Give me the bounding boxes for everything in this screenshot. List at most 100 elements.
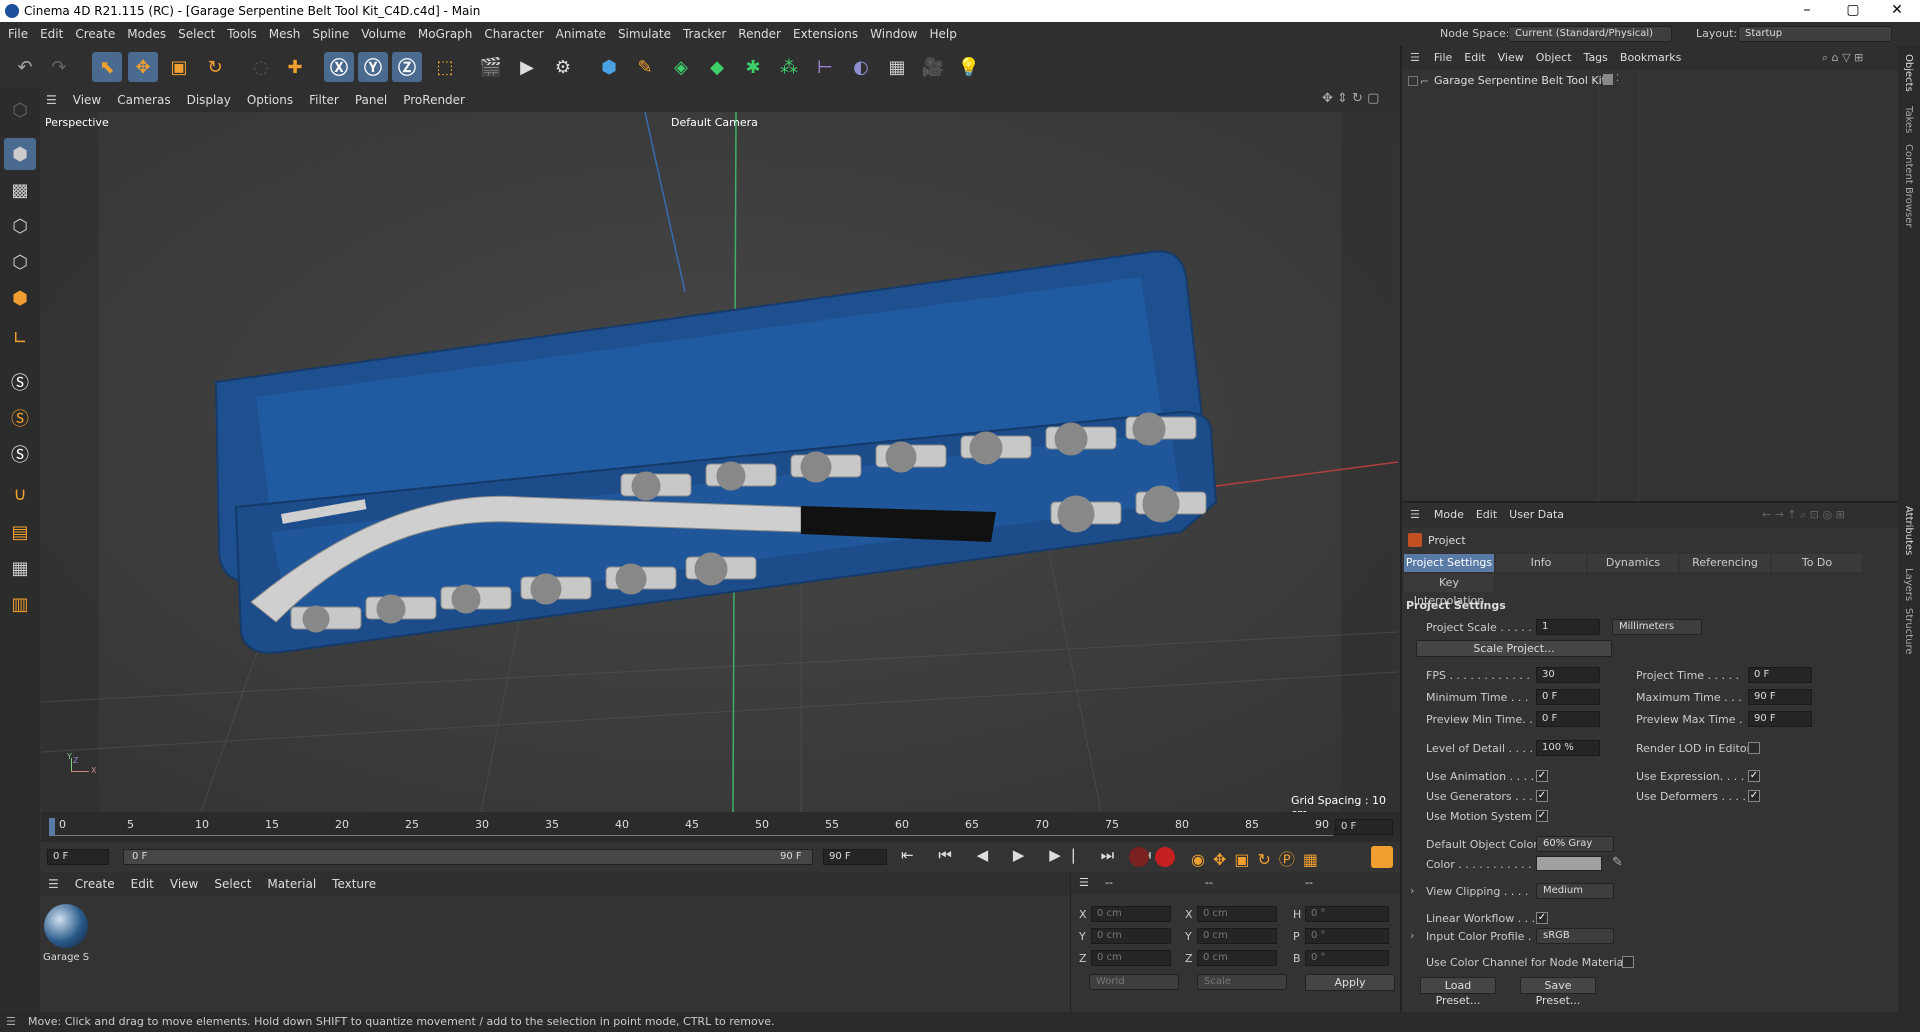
grid-icon[interactable]: ▦ [4,552,36,584]
render-lod-checkbox[interactable] [1748,742,1760,754]
vp-menu-options[interactable]: Options [239,93,301,107]
rot-b-field[interactable]: 0 ° [1305,950,1389,966]
x-axis-lock-icon[interactable]: Ⓧ [324,52,354,82]
mat-menu-texture[interactable]: Texture [324,877,384,891]
snap-settings-icon[interactable]: Ⓢ [4,402,36,434]
expand-icon[interactable] [1408,76,1418,86]
redo-icon[interactable]: ↷ [44,52,74,82]
object-row-name[interactable]: Garage Serpentine Belt Tool Kit [1434,74,1606,87]
use-generators-checkbox[interactable]: ✓ [1536,790,1548,802]
pos-y-field[interactable]: 0 cm [1091,928,1171,944]
menu-help[interactable]: Help [924,27,963,41]
quantize-icon[interactable]: Ⓢ [4,438,36,470]
menu-tracker[interactable]: Tracker [677,27,732,41]
save-preset-button[interactable]: Save Preset... [1520,977,1596,1007]
close-button[interactable]: ✕ [1874,0,1920,22]
vp-menu-panel[interactable]: Panel [347,93,395,107]
scale-project-button[interactable]: Scale Project... [1416,640,1612,657]
menu-mograph[interactable]: MoGraph [412,27,479,41]
obj-menu-tags[interactable]: Tags [1578,51,1614,64]
tab-referencing[interactable]: Referencing [1680,554,1770,572]
mat-menu-edit[interactable]: Edit [123,877,162,891]
menu-create[interactable]: Create [69,27,121,41]
vp-menu-display[interactable]: Display [179,93,239,107]
end-frame-field[interactable]: 90 F [823,849,887,865]
menu-spline[interactable]: Spline [306,27,355,41]
attr-menu-edit[interactable]: Edit [1470,508,1503,521]
side-tab-content-browser[interactable]: Content Browser [1903,144,1914,227]
make-editable-icon[interactable]: ⬡ [4,94,36,126]
z-axis-lock-icon[interactable]: Ⓩ [392,52,422,82]
preview-min-field[interactable]: 0 F [1536,711,1600,727]
vp-menu-cameras[interactable]: Cameras [109,93,178,107]
node-space-dropdown[interactable]: Current (Standard/Physical) [1508,26,1672,42]
spline-pen-icon[interactable]: ✎ [630,52,660,82]
side-tab-takes[interactable]: Takes [1903,106,1914,133]
menu-simulate[interactable]: Simulate [612,27,677,41]
min-time-field[interactable]: 0 F [1536,689,1600,705]
project-scale-field[interactable]: 1 [1536,619,1600,635]
size-z-field[interactable]: 0 cm [1197,950,1277,966]
menu-edit[interactable]: Edit [34,27,69,41]
obj-menu-bookmarks[interactable]: Bookmarks [1614,51,1687,64]
autokey-icon[interactable] [1155,847,1175,867]
mograph-icon[interactable]: ⁂ [774,52,804,82]
rot-h-field[interactable]: 0 ° [1305,906,1389,922]
visibility-dots-icon[interactable]: ⁚ [1616,73,1619,84]
menu-character[interactable]: Character [478,27,549,41]
menu-volume[interactable]: Volume [355,27,412,41]
menu-file[interactable]: File [2,27,34,41]
obj-menu-view[interactable]: View [1492,51,1530,64]
axis-mode-icon[interactable]: ∟ [4,322,36,354]
vp-menu-view[interactable]: View [65,93,109,107]
playhead[interactable] [49,818,55,836]
extrude-icon[interactable]: ◆ [702,52,732,82]
side-tab-layers[interactable]: Layers [1903,568,1914,601]
texture-mode-icon[interactable]: ▩ [4,174,36,206]
mat-menu-create[interactable]: Create [67,877,123,891]
mat-menu-material[interactable]: Material [259,877,324,891]
menu-window[interactable]: Window [864,27,923,41]
use-motion-checkbox[interactable]: ✓ [1536,810,1548,822]
menu-mesh[interactable]: Mesh [263,27,307,41]
hamburger-icon[interactable]: ☰ [1402,508,1428,521]
timeline-icon[interactable] [1371,846,1393,868]
side-tab-objects[interactable]: Objects [1903,54,1914,92]
menu-animate[interactable]: Animate [550,27,612,41]
edges-mode-icon[interactable]: ⬡ [4,246,36,278]
add-tool-icon[interactable]: ✚ [280,52,310,82]
fps-field[interactable]: 30 [1536,667,1600,683]
camera-label[interactable]: Default Camera [671,116,758,129]
rot-p-field[interactable]: 0 ° [1305,928,1389,944]
record-icon[interactable] [1129,847,1149,867]
snap-icon[interactable]: Ⓢ [4,366,36,398]
max-time-field[interactable]: 90 F [1748,689,1812,705]
hamburger-icon[interactable]: ☰ [6,1015,16,1028]
light-icon[interactable]: 💡 [954,52,984,82]
lock-workplane-icon[interactable]: ▥ [4,588,36,620]
field-icon[interactable]: ◐ [846,52,876,82]
menu-select[interactable]: Select [172,27,221,41]
obj-menu-object[interactable]: Object [1530,51,1578,64]
obj-menu-edit[interactable]: Edit [1458,51,1491,64]
use-animation-checkbox[interactable]: ✓ [1536,770,1548,782]
recent-tool-icon[interactable]: ◌ [246,52,276,82]
material-preview[interactable] [44,904,88,948]
view-clipping-dropdown[interactable]: Medium [1536,883,1614,899]
key-tools[interactable]: ◉✥▣↻Ⓟ▦ [1191,846,1326,870]
node-material-checkbox[interactable] [1622,956,1634,968]
vp-menu-filter[interactable]: Filter [301,93,347,107]
linear-workflow-checkbox[interactable]: ✓ [1536,912,1548,924]
cube-icon[interactable]: ⬢ [594,52,624,82]
vp-menu-prorender[interactable]: ProRender [395,93,473,107]
input-profile-dropdown[interactable]: sRGB [1536,928,1614,944]
camera-icon[interactable]: 🎥 [918,52,948,82]
apply-button[interactable]: Apply [1305,974,1395,991]
menu-extensions[interactable]: Extensions [787,27,864,41]
scale-tool-icon[interactable]: ▣ [164,52,194,82]
pos-z-field[interactable]: 0 cm [1091,950,1171,966]
minimize-button[interactable]: – [1784,0,1830,22]
side-tab-structure[interactable]: Structure [1903,608,1914,655]
y-axis-lock-icon[interactable]: Ⓨ [358,52,388,82]
hamburger-icon[interactable]: ☰ [1402,51,1428,64]
